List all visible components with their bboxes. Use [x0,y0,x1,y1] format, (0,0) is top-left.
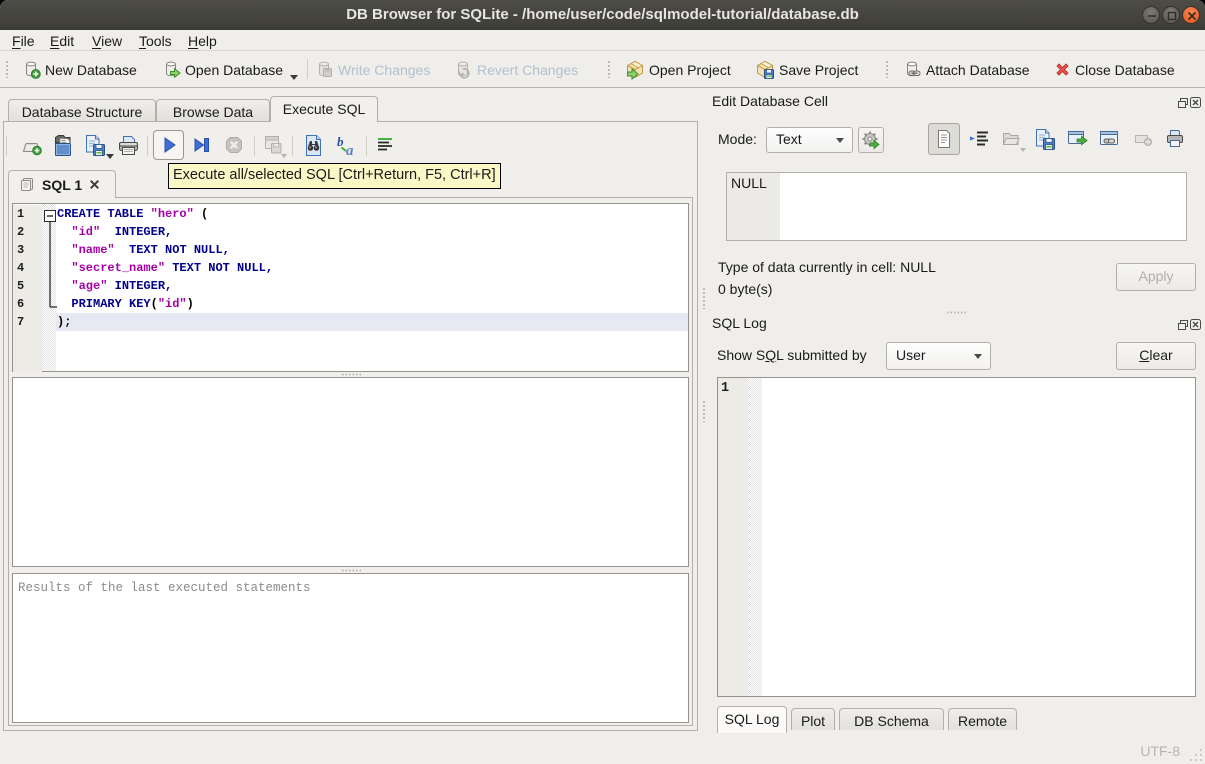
svg-text:a: a [346,143,354,156]
svg-text:b: b [337,134,344,149]
